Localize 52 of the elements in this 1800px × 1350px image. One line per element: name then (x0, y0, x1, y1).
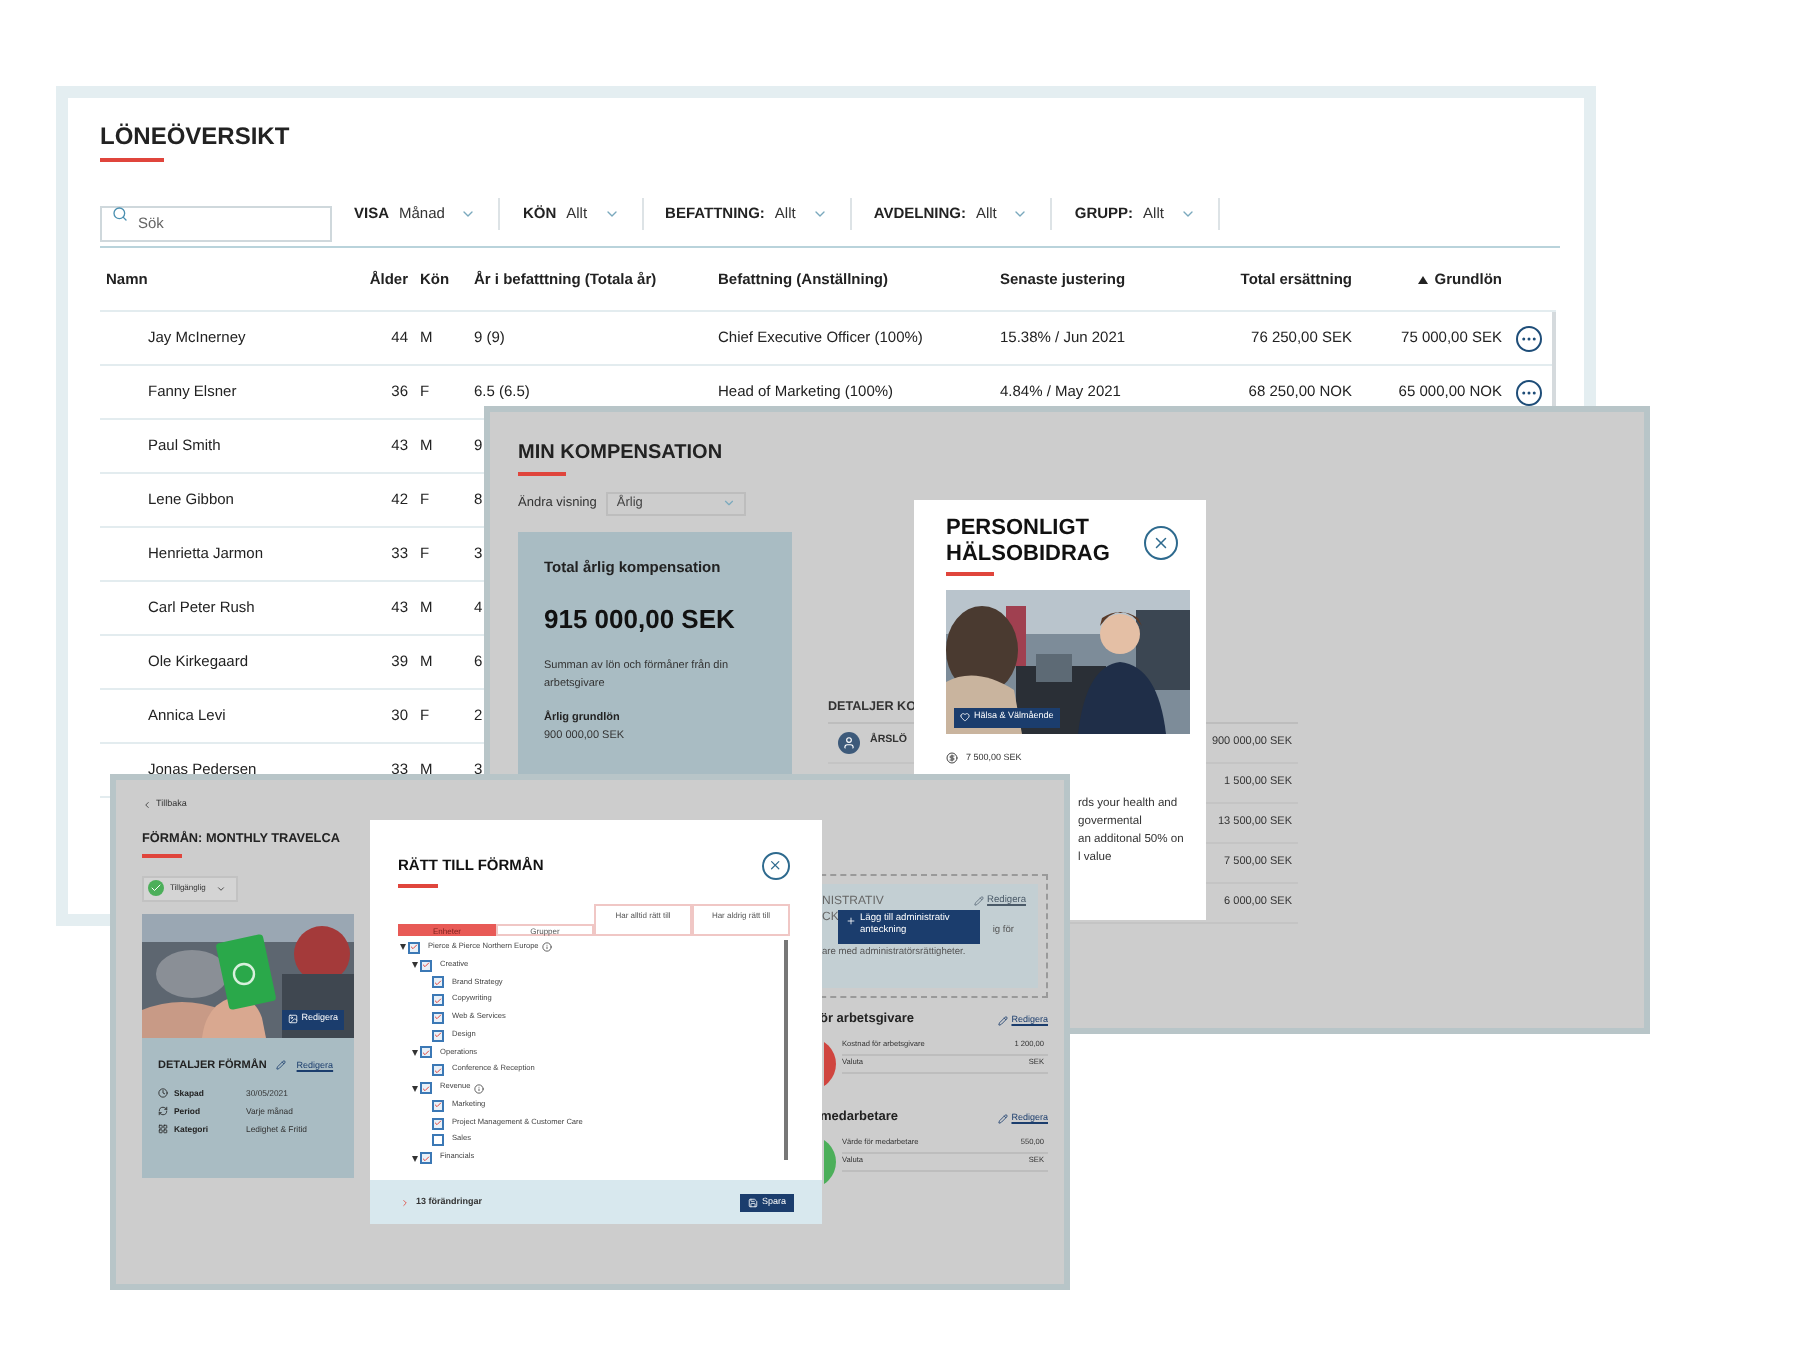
checkbox[interactable] (420, 1152, 432, 1165)
check-icon (148, 880, 164, 897)
checkbox[interactable] (408, 941, 420, 954)
checkbox[interactable] (432, 1134, 444, 1147)
clock-icon (158, 1088, 168, 1099)
chevron-icon (1012, 206, 1029, 222)
title-underline (100, 158, 164, 162)
summary-amount: 915 000,00 SEK (544, 601, 737, 638)
pencil-icon (276, 1060, 287, 1071)
chevron-icon (603, 206, 620, 222)
refresh-icon (158, 1106, 168, 1117)
checkbox[interactable] (420, 1046, 432, 1059)
checkbox[interactable] (432, 1029, 444, 1042)
search-icon (112, 206, 128, 222)
close-button[interactable] (1144, 526, 1178, 560)
more-options-icon[interactable] (1516, 325, 1542, 351)
chevron-left-icon (142, 799, 152, 810)
collapse-caret-icon[interactable] (412, 1085, 418, 1091)
page-title: MIN KOMPENSATION (518, 442, 723, 466)
checkbox[interactable] (432, 1099, 444, 1112)
grid-icon (158, 1124, 168, 1135)
checkbox[interactable] (420, 959, 432, 972)
page-title: LÖNEÖVERSIKT (100, 122, 290, 150)
plus-icon (846, 915, 856, 925)
pencil-icon (997, 1015, 1008, 1025)
heart-icon (960, 712, 970, 723)
pencil-icon (997, 1113, 1008, 1123)
pencil-icon (973, 896, 984, 907)
price-icon (946, 751, 958, 764)
title-underline (398, 884, 438, 887)
checkbox[interactable] (432, 1117, 444, 1130)
close-button[interactable] (762, 852, 790, 880)
chevron-icon (1179, 206, 1196, 222)
close-icon (1152, 534, 1170, 552)
modal-title: PERSONLIGT HÄLSOBIDRAG (946, 516, 1112, 566)
save-icon (747, 1197, 758, 1207)
person-icon (838, 731, 860, 754)
title-underline (518, 472, 566, 475)
title-underline (142, 854, 182, 858)
checkbox[interactable] (432, 1064, 444, 1077)
chevron-icon (460, 206, 477, 222)
scrollbar[interactable] (784, 939, 788, 1159)
image-icon (287, 1014, 298, 1025)
chevron-icon (722, 496, 737, 510)
checkbox[interactable] (432, 976, 444, 989)
checkbox[interactable] (420, 1082, 432, 1094)
close-icon (768, 858, 784, 874)
chevron-icon (811, 206, 828, 222)
checkbox[interactable] (432, 994, 444, 1007)
chevron-icon (215, 883, 226, 894)
title-underline (946, 572, 994, 575)
checkbox[interactable] (432, 1011, 444, 1024)
